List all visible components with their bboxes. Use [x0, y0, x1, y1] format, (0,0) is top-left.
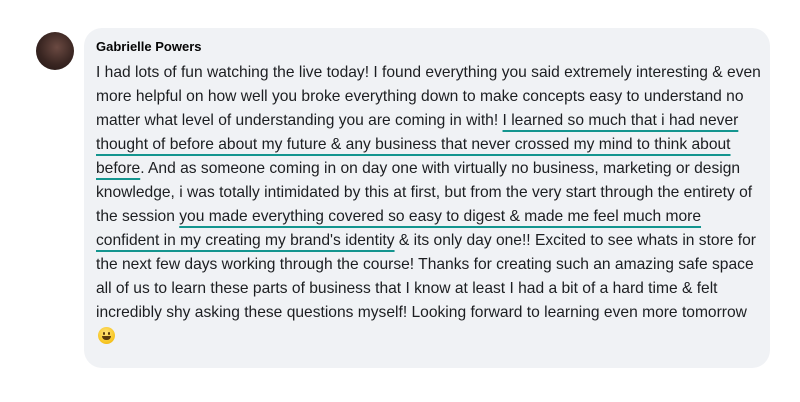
comment-bubble: Gabrielle Powers I had lots of fun watch… [84, 28, 770, 368]
avatar[interactable] [36, 32, 74, 70]
grinning-face-emoji-icon [98, 327, 115, 344]
comment-text: I had lots of fun watching the live toda… [96, 61, 761, 349]
comment-author[interactable]: Gabrielle Powers [96, 39, 756, 57]
